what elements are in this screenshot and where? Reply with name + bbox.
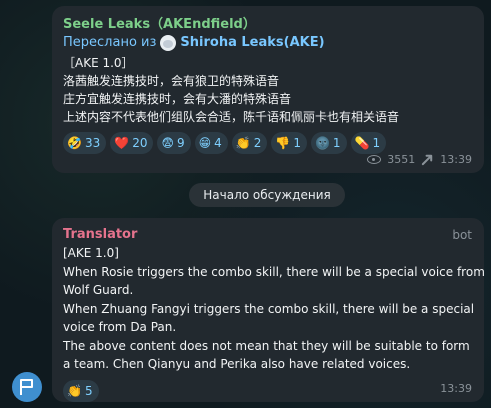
sender-name[interactable]: Translator (63, 226, 137, 243)
reaction-count: 9 (176, 136, 185, 150)
pill-emoji-icon: 💊 (354, 136, 370, 150)
text-line: voice from Da Pan. (63, 320, 177, 334)
comment-header: Translator bot (63, 226, 474, 243)
flag-icon (20, 379, 33, 395)
text-line: ［AKE 1.0］ (63, 56, 134, 70)
reaction-count: 1 (372, 136, 381, 150)
forwarded-from[interactable]: Переслано из Shiroha Leaks(AKE) (63, 33, 474, 53)
text-line: 庄方宜触发连携技时，会有大潘的特殊语音 (63, 92, 292, 106)
comment-time: 13:39 (440, 382, 472, 395)
comment-meta: 13:39 (440, 382, 472, 395)
reaction-rofl[interactable]: 🤣 33 (63, 132, 107, 154)
reaction-count: 33 (84, 136, 101, 150)
clap-emoji-icon: 👏 (67, 383, 82, 398)
reaction-clap[interactable]: 👏 2 (231, 132, 268, 154)
reaction-count: 5 (84, 383, 93, 398)
text-line: Wolf Guard. (63, 283, 134, 297)
reaction-count: 4 (214, 136, 222, 150)
source-avatar-icon[interactable] (160, 35, 177, 51)
text-line: 上述内容不代表他们组队会合适，陈千语和佩丽卡也有相关语音 (63, 110, 400, 124)
translator-avatar[interactable] (12, 372, 42, 402)
fearful-emoji-icon: 😨 (161, 136, 174, 150)
reaction-pill[interactable]: 💊 1 (350, 132, 387, 154)
bot-tag: bot (452, 227, 472, 242)
comment-text: [AKE 1.0] When Rosie triggers the combo … (63, 244, 485, 374)
text-line: 洛茜触发连携技时，会有狼卫的特殊语音 (63, 74, 280, 88)
post-time: 13:39 (440, 153, 472, 166)
forward-prefix: Переслано из (63, 35, 157, 50)
forward-source-name[interactable]: Shiroha Leaks(AKE) (180, 33, 324, 53)
reaction-grin[interactable]: 😁 4 (194, 132, 228, 154)
text-line: When Rosie triggers the combo skill, the… (63, 264, 485, 279)
text-line: The above content does not mean that the… (63, 338, 470, 353)
discussion-start-label: Начало обсуждения (189, 183, 345, 207)
grin-emoji-icon: 😁 (198, 136, 212, 150)
post-meta: 3551 13:39 (367, 153, 472, 166)
text-line: a team. Chen Qianyu and Perika also have… (63, 357, 411, 371)
text-line: When Zhuang Fangyi triggers the combo sk… (63, 301, 475, 316)
reaction-thumbs-down[interactable]: 👎 1 (271, 132, 307, 154)
reaction-heart[interactable]: ❤️ 20 (110, 132, 154, 154)
reaction-fearful[interactable]: 😨 9 (157, 132, 191, 154)
comment-bubble[interactable]: Translator bot [AKE 1.0] When Rosie trig… (52, 218, 485, 402)
reaction-moon-face[interactable]: 🌚 1 (310, 132, 347, 154)
sender-name[interactable]: Seele Leaks（AKEndfield） (63, 16, 474, 33)
reactions-bar: 👏 5 (63, 379, 474, 402)
reaction-count: 1 (293, 136, 301, 150)
reactions-bar: 🤣 33 ❤️ 20 😨 9 😁 4 👏 2 👎 1 🌚 1 💊 1 (63, 132, 474, 154)
rofl-emoji-icon: 🤣 (67, 136, 82, 150)
share-arrow-icon[interactable] (421, 153, 434, 166)
view-count: 3551 (387, 153, 416, 166)
clap-emoji-icon: 👏 (235, 136, 251, 150)
moon-face-emoji-icon: 🌚 (314, 136, 330, 150)
channel-post-bubble[interactable]: Seele Leaks（AKEndfield） Переслано из Shi… (52, 6, 484, 173)
reaction-count: 2 (253, 136, 262, 150)
reaction-count: 20 (132, 136, 148, 150)
post-text: ［AKE 1.0］ 洛茜触发连携技时，会有狼卫的特殊语音 庄方宜触发连携技时，会… (63, 54, 474, 126)
views-eye-icon (367, 155, 382, 164)
heart-emoji-icon: ❤️ (114, 136, 130, 150)
thumbs-down-emoji-icon: 👎 (275, 136, 291, 150)
text-line: [AKE 1.0] (63, 246, 119, 260)
reaction-clap[interactable]: 👏 5 (63, 379, 99, 402)
reaction-count: 1 (332, 136, 341, 150)
